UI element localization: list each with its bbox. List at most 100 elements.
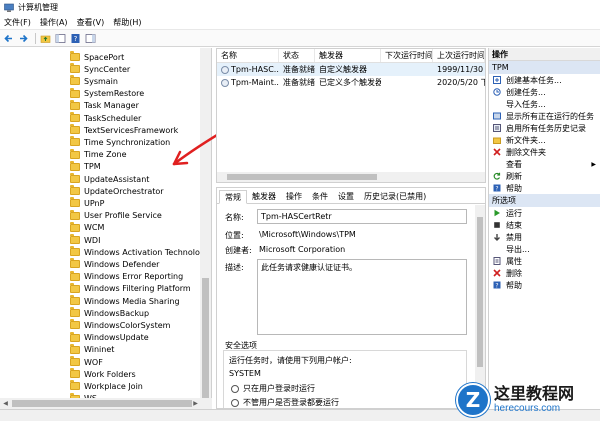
folder-icon (70, 124, 80, 135)
action-item[interactable]: 属性 (489, 255, 600, 267)
tree-scroll-thumb[interactable] (202, 278, 209, 398)
table-row[interactable]: Tpm-Maint... 准备就绪 已定义多个触发器 2020/5/20 下 (217, 76, 485, 89)
action-item[interactable]: 创建基本任务... (489, 74, 600, 86)
scroll-left-icon[interactable]: ◀ (0, 398, 11, 409)
tree-hscroll-thumb[interactable] (12, 400, 192, 407)
name-label: 名称: (225, 213, 244, 222)
task-list-header: 名称 状态 触发器 下次运行时间 上次运行时间 (217, 49, 485, 63)
scroll-right-icon[interactable]: ▶ (190, 398, 201, 409)
tree-item[interactable]: Wininet (70, 343, 115, 356)
up-folder-button[interactable] (39, 32, 52, 45)
tree-item-label: Task Manager (84, 101, 139, 111)
tree-item[interactable]: Time Zone (70, 148, 127, 161)
details-scroll-thumb[interactable] (477, 217, 483, 367)
task-icon (221, 65, 229, 74)
task-list-scroll-thumb[interactable] (227, 174, 377, 180)
tree-item-label: Work Folders (84, 369, 136, 379)
show-hide-tree-button[interactable] (54, 32, 67, 45)
tab-general[interactable]: 常规 (219, 190, 247, 204)
col-next-run[interactable]: 下次运行时间 (381, 49, 433, 62)
forward-button[interactable] (17, 32, 30, 45)
tree-item[interactable]: Task Manager (70, 99, 139, 112)
window-title: 计算机管理 (18, 3, 58, 12)
tree-item[interactable]: TPM (70, 160, 101, 173)
action-item[interactable]: 禁用 (489, 231, 600, 243)
tree-item[interactable]: SystemRestore (70, 87, 145, 100)
tree-item[interactable]: UpdateOrchestrator (70, 185, 164, 197)
menu-action[interactable]: 操作(A) (40, 17, 68, 28)
action-item[interactable]: 查看 ▶ (489, 158, 600, 170)
action-label: 显示所有正在运行的任务 (506, 111, 594, 121)
tree-item[interactable]: WindowsUpdate (70, 331, 149, 344)
tree-item[interactable]: User Profile Service (70, 209, 162, 222)
tree-item[interactable]: Windows Error Reporting (70, 270, 183, 283)
run-whether-logged-on-radio[interactable]: 不管用户是否登录都要运行 (231, 397, 339, 408)
tree-item[interactable]: Windows Activation Technologie (70, 246, 211, 258)
tree-item[interactable]: Work Folders (70, 368, 136, 380)
col-name[interactable]: 名称 (217, 49, 279, 62)
tree-horizontal-scrollbar[interactable]: ◀ ▶ (0, 398, 212, 409)
action-item[interactable]: 删除文件夹 (489, 146, 600, 158)
action-item[interactable]: 显示所有正在运行的任务 (489, 110, 600, 122)
tree-item[interactable]: Workplace Join (70, 380, 143, 392)
back-button[interactable] (2, 32, 15, 45)
actions-section-tpm[interactable]: TPM (489, 61, 600, 74)
action-item[interactable]: ? 帮助 (489, 279, 600, 291)
menu-view[interactable]: 查看(V) (77, 17, 105, 28)
action-item[interactable]: 运行 (489, 207, 600, 219)
blank-icon (493, 100, 501, 108)
tree-item[interactable]: WOF (70, 356, 103, 368)
action-item[interactable]: 导出... (489, 243, 600, 255)
tree-item[interactable]: SpacePort (70, 51, 124, 63)
task-trigger: 自定义触发器 (319, 65, 367, 74)
menu-help[interactable]: 帮助(H) (113, 17, 141, 28)
tree-item[interactable]: Time Synchronization (70, 136, 170, 148)
run-only-logged-on-radio[interactable]: 只在用户登录时运行 (231, 383, 315, 394)
action-item[interactable]: 结束 (489, 219, 600, 231)
tree-item[interactable]: Windows Media Sharing (70, 295, 180, 307)
actions-section-selected[interactable]: 所选项 (489, 194, 600, 207)
help-toolbar-button[interactable]: ? (69, 32, 82, 45)
table-row[interactable]: Tpm-HASC... 准备就绪 自定义触发器 1999/11/30 (217, 63, 485, 76)
tab-settings[interactable]: 设置 (333, 189, 359, 203)
menu-bar: 文件(F) 操作(A) 查看(V) 帮助(H) (0, 15, 600, 30)
menu-file[interactable]: 文件(F) (4, 17, 31, 28)
delete-icon (493, 269, 501, 277)
action-item[interactable]: 刷新 (489, 170, 600, 182)
action-item[interactable]: 新文件夹... (489, 134, 600, 146)
action-item[interactable]: 导入任务... (489, 98, 600, 110)
tree-item[interactable]: WDI (70, 234, 100, 246)
tree-item[interactable]: WindowsBackup (70, 307, 149, 319)
tree-item-label: WDI (84, 235, 101, 245)
tree-item-label: SystemRestore (84, 89, 145, 99)
tree-item-label: TaskScheduler (84, 113, 142, 123)
description-field[interactable]: 此任务请求健康认证证书。 (257, 259, 467, 335)
tree-item[interactable]: SyncCenter (70, 63, 130, 75)
tree-vertical-scrollbar[interactable] (200, 48, 211, 398)
action-label: 属性 (506, 256, 522, 266)
action-item[interactable]: 删除 (489, 267, 600, 279)
task-list-horizontal-scrollbar[interactable] (217, 172, 485, 182)
tab-history[interactable]: 历史记录(已禁用) (359, 189, 431, 203)
col-status[interactable]: 状态 (279, 49, 315, 62)
tab-actions[interactable]: 操作 (281, 189, 307, 203)
name-field[interactable]: Tpm-HASCertRetr (257, 209, 467, 224)
tree-item[interactable]: Sysmain (70, 75, 118, 87)
action-label: 创建任务... (506, 87, 546, 97)
tree-item[interactable]: UpdateAssistant (70, 173, 149, 185)
tree-item[interactable]: TaskScheduler (70, 112, 141, 124)
tree-item[interactable]: Windows Defender (70, 258, 159, 270)
tree-item[interactable]: UPnP (70, 197, 104, 209)
tree-item-label: Wininet (84, 345, 115, 355)
action-item[interactable]: 创建任务... (489, 86, 600, 98)
tree-item[interactable]: Windows Filtering Platform (70, 282, 191, 295)
tree-item[interactable]: WindowsColorSystem (70, 319, 170, 331)
show-action-pane-button[interactable] (84, 32, 97, 45)
tab-conditions[interactable]: 条件 (307, 189, 333, 203)
tree-item[interactable]: WCM (70, 221, 104, 234)
col-trigger[interactable]: 触发器 (315, 49, 381, 62)
action-item[interactable]: 启用所有任务历史记录 (489, 122, 600, 134)
action-item[interactable]: ? 帮助 (489, 182, 600, 194)
col-last-run[interactable]: 上次运行时间 (433, 49, 485, 62)
tab-triggers[interactable]: 触发器 (247, 189, 281, 203)
